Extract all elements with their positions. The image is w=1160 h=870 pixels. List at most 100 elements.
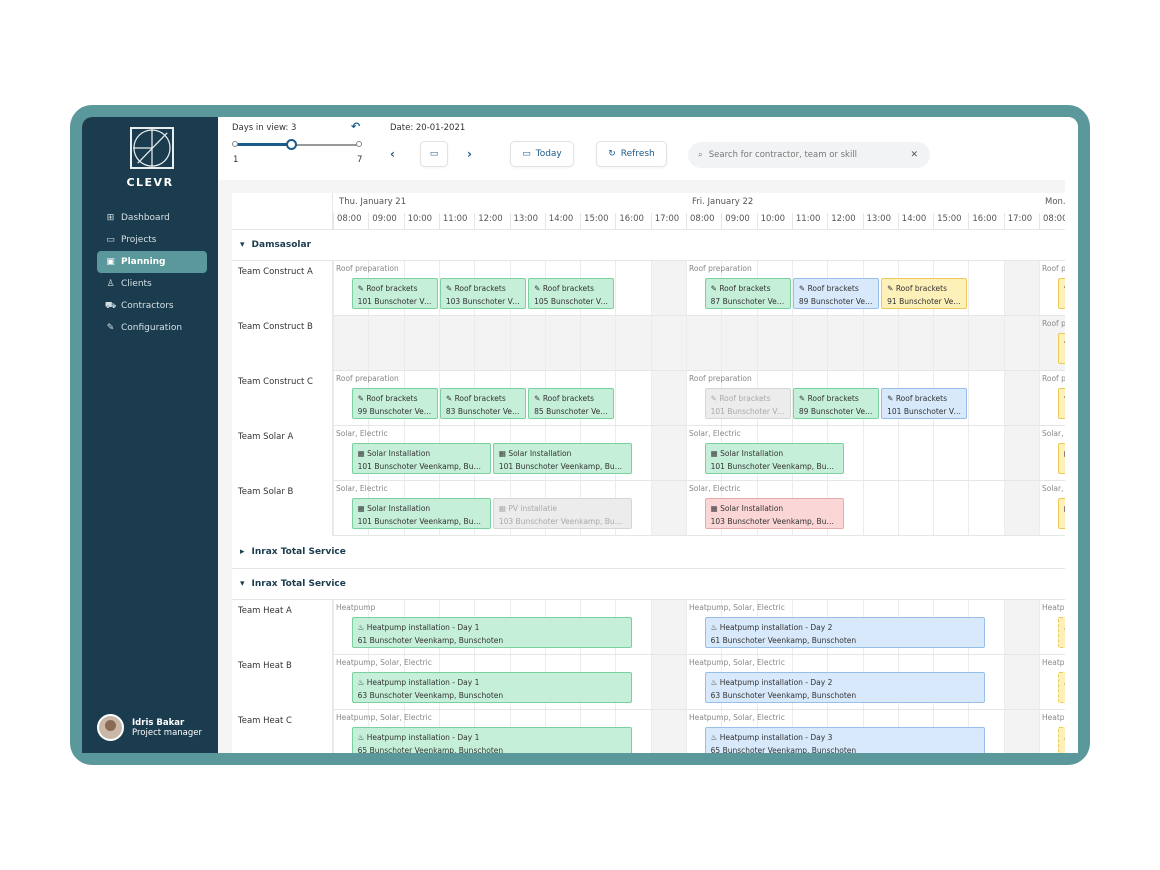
time-slot[interactable] (1003, 371, 1039, 425)
time-slot[interactable] (862, 481, 898, 535)
prev-date-button[interactable]: ‹ (390, 147, 395, 161)
event-card[interactable]: ♨ Heatpump installation - Day 3 65 Bunsch… (704, 727, 986, 753)
time-slot[interactable] (897, 426, 933, 480)
group-header[interactable]: ▸ Inrax Total Service (232, 536, 1065, 569)
event-card[interactable]: ✎ Roof brackets 89 Bunschoter Vee... (792, 388, 880, 419)
sidebar-item-projects[interactable]: ▭ Projects (97, 229, 207, 251)
refresh-button[interactable]: ↻ Refresh (596, 141, 667, 167)
search-input[interactable]: ⌕ Search for contractor, team or skill ✕ (688, 142, 930, 168)
event-card[interactable]: ♨ Heatpump installation - Day 1 63 Bunsch… (351, 672, 633, 703)
group-header[interactable]: ▾ Damsasolar (232, 230, 1065, 261)
time-slot[interactable] (368, 316, 403, 370)
event-card[interactable]: ♨ Heatpump installation - Day 2 61 Bunsch… (704, 617, 986, 648)
today-button[interactable]: ▭ Today (510, 141, 574, 167)
event-card[interactable]: ✎ (1057, 278, 1065, 309)
time-slot[interactable] (438, 316, 474, 370)
sidebar-item-contractors[interactable]: ⛟ Contractors (97, 295, 207, 317)
event-card[interactable]: ✎ Roof brackets 105 Bunschoter Ve... (528, 278, 615, 309)
event-card[interactable]: ✎ (1057, 333, 1065, 364)
event-card[interactable]: ♨ Heatpump installation - Day 1 61 Bunsch… (351, 617, 633, 648)
time-slot[interactable] (650, 426, 686, 480)
sidebar-item-dashboard[interactable]: ⊞ Dashboard (97, 207, 207, 229)
time-slot[interactable] (933, 481, 968, 535)
time-slot[interactable] (968, 371, 1003, 425)
event-card[interactable]: ✎ Roof brackets 99 Bunschoter Vee... (351, 388, 438, 419)
event-card[interactable]: ▦ Solar Installation 101 Bunschoter Veenk… (492, 443, 633, 474)
caret-down-icon[interactable]: ▾ (240, 240, 245, 250)
sidebar-item-clients[interactable]: ♙ Clients (97, 273, 207, 295)
time-slot[interactable] (615, 371, 650, 425)
event-card[interactable]: ♨ (1057, 617, 1065, 648)
time-slot[interactable] (968, 261, 1003, 315)
time-slot[interactable] (615, 316, 650, 370)
time-slot[interactable] (1003, 655, 1039, 709)
time-slot[interactable] (1003, 426, 1039, 480)
event-card[interactable]: ✎ (1057, 388, 1065, 419)
time-slot[interactable] (403, 316, 439, 370)
time-slot[interactable] (791, 316, 827, 370)
time-slot[interactable] (1003, 261, 1039, 315)
user-profile[interactable]: Idris Bakar Project manager (97, 714, 202, 741)
calendar-button[interactable]: ▭ (420, 141, 448, 167)
time-slot[interactable] (897, 481, 933, 535)
event-card[interactable]: ▦ (1057, 498, 1065, 529)
time-slot[interactable] (827, 316, 862, 370)
caret-down-icon[interactable]: ▾ (240, 579, 245, 589)
event-card[interactable]: ✎ Roof brackets 87 Bunschoter Vee... (704, 278, 791, 309)
time-slot[interactable] (474, 316, 509, 370)
time-slot[interactable] (650, 481, 686, 535)
event-card[interactable]: ▦ PV installatie 103 Bunschoter Veenkamp,… (492, 498, 633, 529)
time-slot[interactable] (1003, 316, 1039, 370)
caret-right-icon[interactable]: ▸ (240, 547, 245, 557)
clear-search-icon[interactable]: ✕ (910, 150, 918, 160)
days-in-view-slider[interactable] (232, 139, 362, 150)
event-card[interactable]: ▦ Solar Installation 101 Bunschoter Veenk… (351, 498, 491, 529)
time-slot[interactable] (333, 316, 368, 370)
time-slot[interactable] (580, 316, 615, 370)
time-slot[interactable] (650, 316, 686, 370)
event-card[interactable]: ✎ Roof brackets 89 Bunschoter Vee... (792, 278, 880, 309)
event-card[interactable]: ▦ Solar Installation 101 Bunschoter Veenk… (704, 443, 844, 474)
time-slot[interactable] (756, 316, 792, 370)
vertical-scrollbar[interactable] (1065, 180, 1078, 753)
time-slot[interactable] (509, 316, 545, 370)
event-card[interactable]: ▦ Solar Installation 103 Bunschoter Veenk… (704, 498, 844, 529)
time-slot[interactable] (862, 426, 898, 480)
sidebar-item-configuration[interactable]: ✎ Configuration (97, 317, 207, 339)
event-card[interactable]: ✎ Roof brackets 103 Bunschoter Ve... (439, 278, 527, 309)
time-slot[interactable] (862, 316, 898, 370)
time-slot[interactable] (968, 481, 1003, 535)
event-card[interactable]: ✎ Roof brackets 91 Bunschoter Vee... (881, 278, 968, 309)
time-slot[interactable] (933, 316, 968, 370)
time-slot[interactable] (650, 655, 686, 709)
event-card[interactable]: ✎ Roof brackets 101 Bunschoter Ve... (704, 388, 791, 419)
time-slot[interactable] (686, 316, 721, 370)
event-card[interactable]: ✎ Roof brackets 101 Bunschoter Ve... (881, 388, 968, 419)
event-card[interactable]: ✎ Roof brackets 85 Bunschoter Vee... (528, 388, 615, 419)
time-slot[interactable] (1003, 600, 1039, 654)
time-slot[interactable] (650, 371, 686, 425)
time-slot[interactable] (721, 316, 756, 370)
time-slot[interactable] (968, 316, 1003, 370)
time-slot[interactable] (1003, 710, 1039, 753)
event-card[interactable]: ✎ Roof brackets 101 Bunschoter Ve... (351, 278, 438, 309)
event-card[interactable]: ✎ Roof brackets 83 Bunschoter Vee... (439, 388, 527, 419)
time-slot[interactable] (650, 600, 686, 654)
time-slot[interactable] (650, 710, 686, 753)
time-slot[interactable] (650, 261, 686, 315)
time-slot[interactable] (615, 261, 650, 315)
time-slot[interactable] (968, 426, 1003, 480)
event-card[interactable]: ♨ Heatpump installation - Day 2 63 Bunsch… (704, 672, 986, 703)
event-card[interactable]: ♨ (1057, 727, 1065, 753)
event-card[interactable]: ♨ (1057, 672, 1065, 703)
group-header[interactable]: ▾ Inrax Total Service (232, 569, 1065, 600)
event-card[interactable]: ▦ Solar Installation 101 Bunschoter Veenk… (351, 443, 491, 474)
time-slot[interactable] (897, 316, 933, 370)
event-card[interactable]: ▦ (1057, 443, 1065, 474)
next-date-button[interactable]: › (467, 147, 472, 161)
time-slot[interactable] (1003, 481, 1039, 535)
slider-handle[interactable] (286, 139, 297, 150)
event-card[interactable]: ♨ Heatpump installation - Day 1 65 Bunsch… (351, 727, 633, 753)
time-slot[interactable] (933, 426, 968, 480)
sidebar-item-planning[interactable]: ▣ Planning (97, 251, 207, 273)
